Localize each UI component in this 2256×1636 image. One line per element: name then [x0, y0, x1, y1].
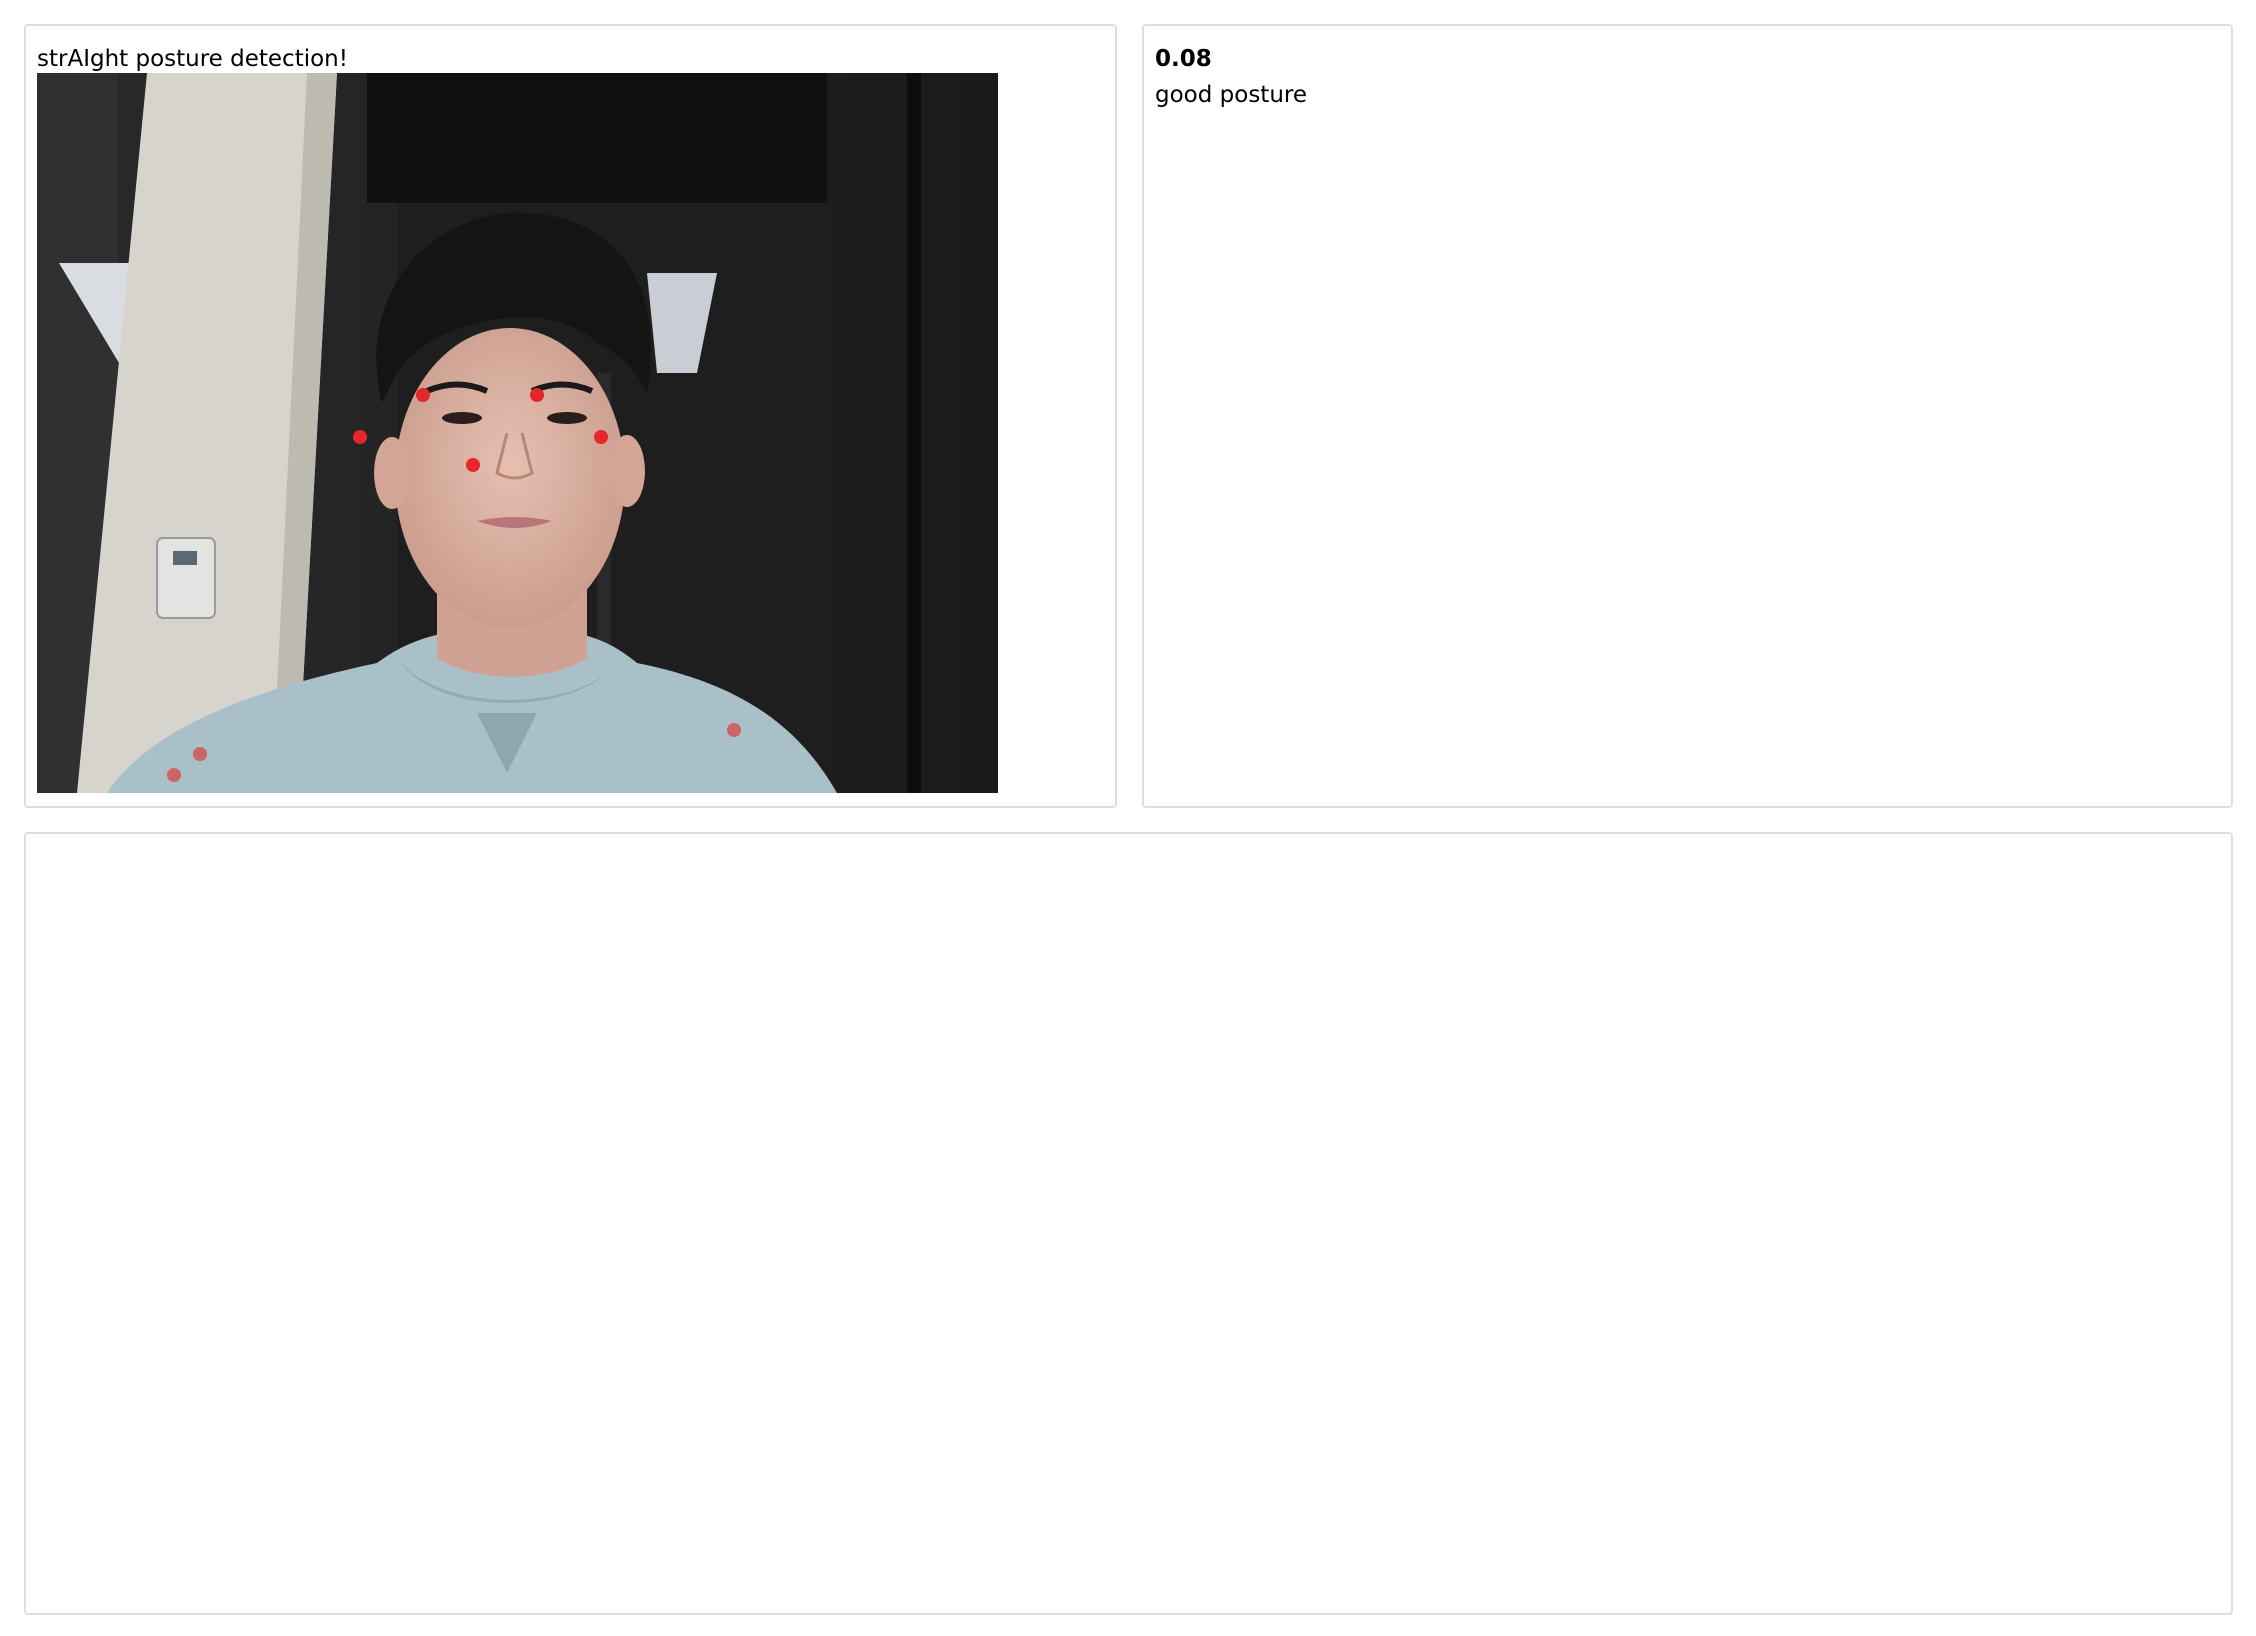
posture-verdict: good posture: [1155, 82, 1308, 108]
pose-keypoint: [416, 388, 430, 402]
pose-keypoint: [466, 458, 480, 472]
pose-keypoint: [594, 430, 608, 444]
pose-keypoint: [167, 768, 181, 782]
webcam-feed: [37, 73, 998, 793]
camera-panel: strAIght posture detection!: [24, 24, 1117, 808]
pose-keypoint: [530, 388, 544, 402]
status-panel: 0.08 good posture: [1142, 24, 2233, 808]
pose-keypoint: [193, 747, 207, 761]
posture-score: 0.08: [1155, 46, 1212, 72]
app-title: strAIght posture detection!: [37, 46, 348, 72]
empty-panel: [24, 832, 2233, 1615]
webcam-image: [37, 73, 998, 793]
pose-keypoint: [353, 430, 367, 444]
pose-keypoint: [727, 723, 741, 737]
